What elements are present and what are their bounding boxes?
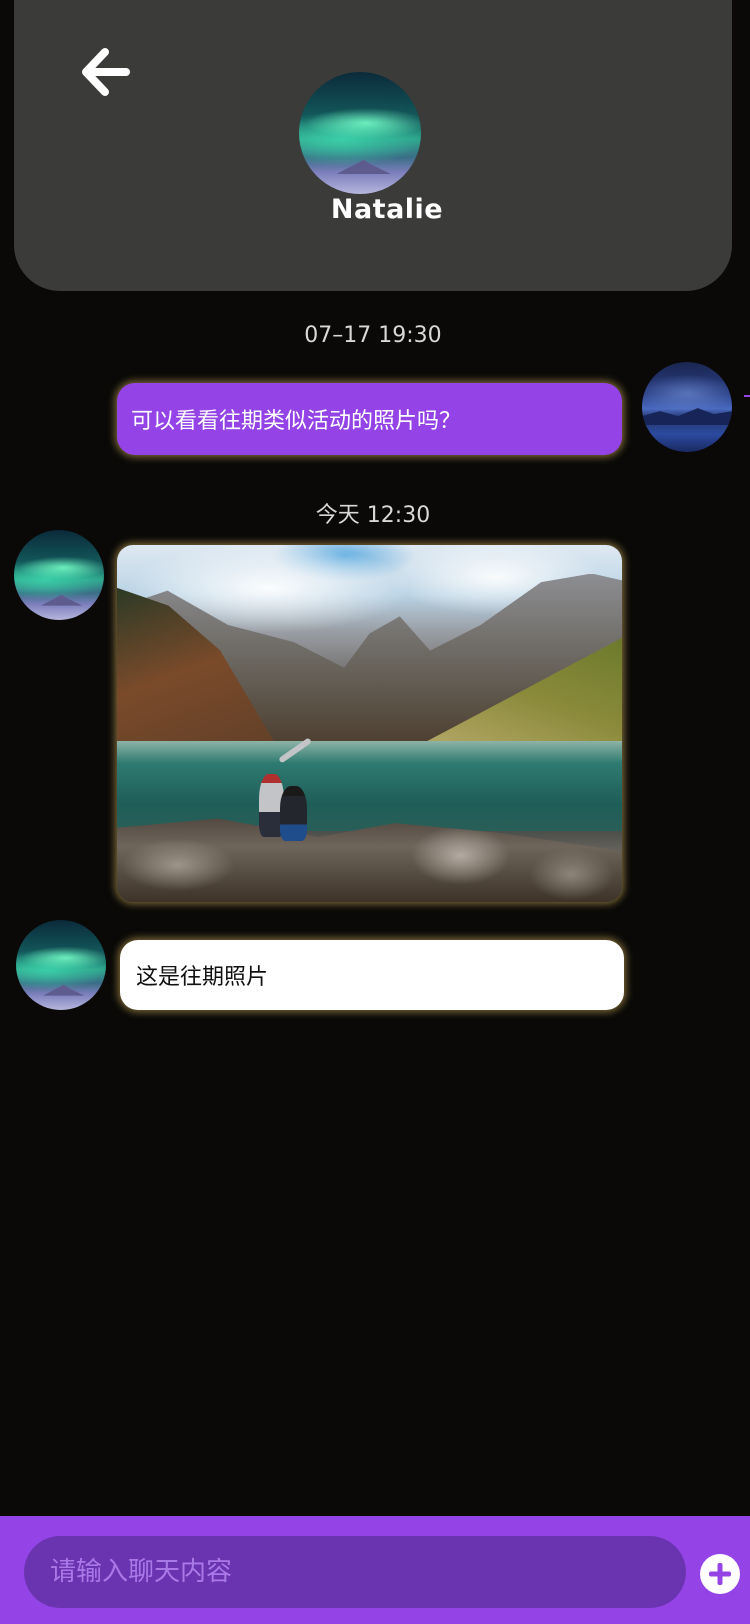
accent-mark: [744, 395, 750, 397]
chat-header: Natalie: [14, 0, 732, 291]
message-timestamp: 今天 12:30: [315, 503, 431, 528]
sent-message-bubble[interactable]: 可以看看往期类似活动的照片吗？: [117, 383, 622, 455]
chat-input[interactable]: [24, 1536, 686, 1608]
message-timestamp: 07–17 19:30: [304, 323, 442, 348]
contact-avatar[interactable]: [14, 530, 104, 620]
contact-name: Natalie: [330, 194, 444, 225]
contact-avatar[interactable]: [16, 920, 106, 1010]
received-message-bubble[interactable]: 这是往期照片: [120, 940, 624, 1010]
sent-message-text: 可以看看往期类似活动的照片吗？: [131, 409, 462, 434]
my-avatar[interactable]: [642, 362, 732, 452]
received-message-text: 这是往期照片: [136, 965, 269, 990]
plus-circle-icon[interactable]: [700, 1554, 740, 1594]
mountain-lake-photo[interactable]: [117, 545, 622, 902]
back-button[interactable]: [78, 44, 136, 100]
photo-people: [243, 737, 324, 845]
arrow-left-icon: [82, 48, 130, 96]
contact-avatar[interactable]: [299, 72, 421, 194]
photo-person: [279, 785, 308, 841]
composer-bar: [0, 1516, 750, 1624]
photo-lake: [117, 741, 622, 831]
